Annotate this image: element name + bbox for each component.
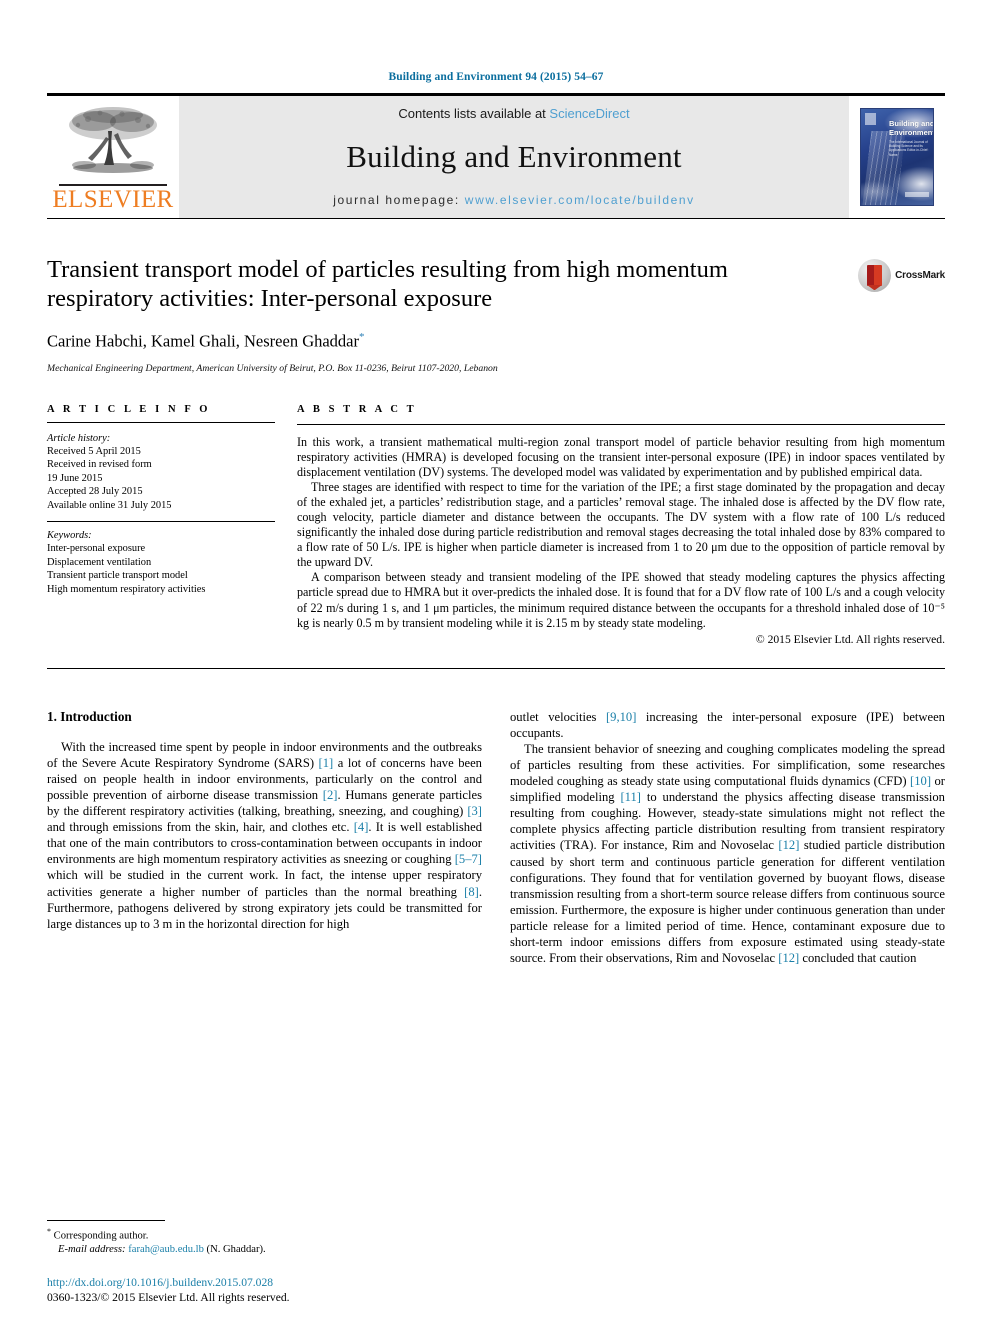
crossmark-label: CrossMark <box>895 270 945 281</box>
homepage-url-link[interactable]: www.elsevier.com/locate/buildenv <box>465 193 695 207</box>
keywords-rule <box>47 520 275 522</box>
intro-paragraph-right-1: outlet velocities [9,10] increasing the … <box>510 709 945 741</box>
citation-ref[interactable]: [12] <box>778 951 799 965</box>
abstract-paragraph: In this work, a transient mathematical m… <box>297 434 945 479</box>
intro-text: The transient behavior of sneezing and c… <box>510 741 945 789</box>
affiliation: Mechanical Engineering Department, Ameri… <box>47 362 498 374</box>
right-column: outlet velocities [9,10] increasing the … <box>510 709 945 967</box>
citation-ref[interactable]: [10] <box>910 774 931 788</box>
doi-link[interactable]: http://dx.doi.org/10.1016/j.buildenv.201… <box>47 1275 477 1290</box>
history-item: Received in revised form <box>47 459 152 471</box>
body-columns: 1. Introduction With the increased time … <box>47 709 945 967</box>
intro-text: which will be studied in the current wor… <box>47 868 482 899</box>
corresponding-author-marker: * <box>359 331 365 343</box>
abstract-rule <box>297 423 945 425</box>
keywords-label: Keywords: <box>47 529 92 541</box>
history-item: 19 June 2015 <box>47 472 103 484</box>
journal-cover-thumbnail[interactable]: Building and Environment The Internation… <box>860 108 934 206</box>
left-column: 1. Introduction With the increased time … <box>47 709 482 967</box>
author-list: Carine Habchi, Kamel Ghali, Nesreen Ghad… <box>47 331 835 352</box>
keyword-item: Transient particle transport model <box>47 570 188 582</box>
citation-ref[interactable]: [5–7] <box>455 852 482 866</box>
intro-paragraph-left: With the increased time spent by people … <box>47 739 482 932</box>
author-names: Carine Habchi, Kamel Ghali, Nesreen Ghad… <box>47 331 360 351</box>
sciencedirect-link[interactable]: ScienceDirect <box>549 106 629 121</box>
email-note: E-mail address: farah@aub.edu.lb (N. Gha… <box>47 1243 477 1257</box>
article-info-rule <box>47 421 275 423</box>
cover-subtitle: The International Journal of Building Sc… <box>889 140 929 157</box>
citation-ref[interactable]: [2] <box>323 788 338 802</box>
journal-masthead: ELSEVIER Contents lists available at Sci… <box>47 93 945 218</box>
keyword-item: High momentum respiratory activities <box>47 583 206 595</box>
corresponding-author-note: * Corresponding author. <box>47 1225 477 1243</box>
abstract-paragraph: Three stages are identified with respect… <box>297 479 945 570</box>
elsevier-wordmark: ELSEVIER <box>52 186 174 213</box>
email-label: E-mail address: <box>58 1244 126 1256</box>
intro-text: concluded that caution <box>799 951 917 966</box>
intro-text: and through emissions from the skin, hai… <box>47 820 354 835</box>
keywords-block: Keywords: Inter-personal exposure Displa… <box>47 529 275 596</box>
footnote-rule <box>47 1220 165 1222</box>
cover-title: Building and Environment <box>889 119 934 137</box>
keyword-item: Displacement ventilation <box>47 556 152 568</box>
homepage-prefix: journal homepage: <box>333 193 465 207</box>
crossmark-icon <box>858 259 892 292</box>
elsevier-tree-icon <box>58 105 168 183</box>
journal-homepage-line: journal homepage: www.elsevier.com/locat… <box>333 193 695 207</box>
cover-publisher-mark <box>865 113 876 125</box>
title-block: Transient transport model of particles r… <box>47 255 945 374</box>
history-item: Received 5 April 2015 <box>47 445 141 457</box>
cover-volume-mark <box>905 192 929 197</box>
doi-area: http://dx.doi.org/10.1016/j.buildenv.201… <box>47 1275 477 1305</box>
citation-ref[interactable]: [11] <box>620 790 641 804</box>
history-item: Accepted 28 July 2015 <box>47 486 143 498</box>
abstract-heading: A B S T R A C T <box>297 403 417 415</box>
contents-available-line: Contents lists available at ScienceDirec… <box>398 106 629 121</box>
article-info-column: A R T I C L E I N F O Article history: R… <box>47 404 275 646</box>
footnote-area: * Corresponding author. E-mail address: … <box>47 1220 477 1257</box>
intro-text: studied particle distribution caused by … <box>510 838 946 966</box>
article-page: Building and Environment 94 (2015) 54–67 <box>0 0 992 1323</box>
citation-ref[interactable]: [12] <box>778 838 799 852</box>
crossmark-block[interactable]: CrossMark <box>845 255 945 292</box>
history-item: Available online 31 July 2015 <box>47 499 172 511</box>
citation-ref[interactable]: [9,10] <box>606 710 636 724</box>
abstract-paragraph: A comparison between steady and transien… <box>297 570 945 630</box>
article-history-label: Article history: <box>47 432 111 444</box>
info-abstract-section: A R T I C L E I N F O Article history: R… <box>47 404 945 646</box>
email-suffix: (N. Ghaddar). <box>203 1244 266 1256</box>
citation-ref[interactable]: [1] <box>319 756 334 770</box>
abstract-body: In this work, a transient mathematical m… <box>297 435 945 631</box>
journal-title: Building and Environment <box>346 139 682 174</box>
page-title: Transient transport model of particles r… <box>47 256 728 312</box>
citation-ref[interactable]: [8] <box>464 885 479 899</box>
elsevier-logo-block: ELSEVIER <box>47 96 179 218</box>
title-main: Transient transport model of particles r… <box>47 255 845 374</box>
journal-cover-block: Building and Environment The Internation… <box>849 96 945 218</box>
running-head: Building and Environment 94 (2015) 54–67 <box>388 71 604 83</box>
masthead-center: Contents lists available at ScienceDirec… <box>179 96 849 218</box>
introduction-heading: 1. Introduction <box>47 708 132 724</box>
masthead-bottom-rule <box>47 218 945 219</box>
contents-prefix: Contents lists available at <box>398 106 550 121</box>
intro-paragraph-right-2: The transient behavior of sneezing and c… <box>510 741 945 966</box>
intro-text: outlet velocities <box>510 709 606 724</box>
corresponding-author-label: Corresponding author. <box>51 1230 149 1242</box>
section-divider-rule <box>47 667 945 669</box>
abstract-column: A B S T R A C T In this work, a transien… <box>297 404 945 646</box>
issn-copyright-line: 0360-1323/© 2015 Elsevier Ltd. All right… <box>47 1291 290 1304</box>
cover-title-line2: Environment <box>889 127 934 137</box>
citation-ref[interactable]: [4] <box>354 820 369 834</box>
keyword-item: Inter-personal exposure <box>47 543 146 555</box>
article-info-heading: A R T I C L E I N F O <box>47 403 211 415</box>
citation-ref[interactable]: [3] <box>467 804 482 818</box>
email-link[interactable]: farah@aub.edu.lb <box>128 1244 204 1255</box>
abstract-copyright: © 2015 Elsevier Ltd. All rights reserved… <box>755 632 945 646</box>
article-history: Article history: Received 5 April 2015 R… <box>47 432 275 512</box>
